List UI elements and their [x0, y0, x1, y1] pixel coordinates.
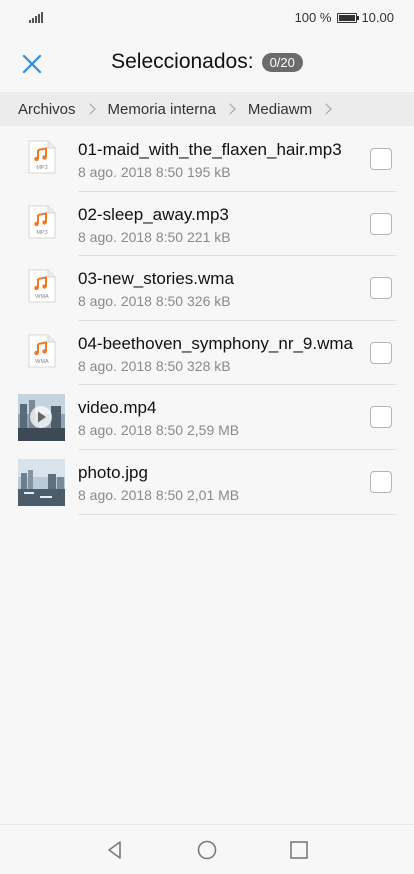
- file-name: 02-sleep_away.mp3: [78, 204, 229, 224]
- music-file-icon: WMA: [28, 334, 56, 368]
- file-type-label: MP3: [36, 230, 47, 236]
- breadcrumb-item-memoria-interna[interactable]: Memoria interna: [108, 101, 216, 118]
- battery-icon: [337, 12, 360, 23]
- file-type-label: WMA: [35, 294, 49, 300]
- clock: 10.00: [361, 10, 394, 25]
- file-date: 8 ago. 2018 8:50: [78, 357, 184, 374]
- file-type-label: WMA: [35, 359, 49, 365]
- file-size: 195 kB: [187, 164, 231, 180]
- recents-icon: [290, 841, 308, 859]
- file-date: 8 ago. 2018 8:50: [78, 486, 184, 503]
- chevron-right-icon: [224, 103, 236, 115]
- video-thumbnail: [18, 394, 65, 442]
- file-date: 8 ago. 2018 8:50: [78, 228, 184, 245]
- list-item[interactable]: WMA 03-new_stories.wma 8 ago. 2018 8:50 …: [0, 256, 414, 321]
- list-item[interactable]: WMA 04-beethoven_symphony_nr_9.wma 8 ago…: [0, 321, 414, 386]
- select-checkbox[interactable]: [370, 148, 392, 170]
- breadcrumb-item-archivos[interactable]: Archivos: [18, 101, 76, 118]
- file-name: 03-new_stories.wma: [78, 269, 234, 289]
- navigation-bar: [0, 824, 414, 874]
- recents-button[interactable]: [287, 838, 311, 862]
- file-name: 01-maid_with_the_flaxen_hair.mp3: [78, 140, 342, 159]
- list-item[interactable]: video.mp4 8 ago. 2018 8:50 2,59 MB: [0, 385, 414, 450]
- select-checkbox[interactable]: [370, 277, 392, 300]
- file-name: photo.jpg: [78, 462, 148, 482]
- music-file-icon: WMA: [28, 269, 56, 303]
- file-size: 328 kB: [187, 357, 231, 374]
- back-icon: [108, 841, 121, 859]
- file-date: 8 ago. 2018 8:50: [78, 422, 184, 439]
- select-checkbox[interactable]: [370, 341, 392, 364]
- select-checkbox[interactable]: [370, 470, 392, 493]
- chevron-right-icon: [83, 103, 96, 115]
- breadcrumb: Archivos Memoria interna Mediawm: [0, 92, 414, 126]
- photo-thumbnail: [18, 458, 65, 506]
- list-item[interactable]: MP3 01-maid_with_the_flaxen_hair.mp3 8 a…: [0, 127, 414, 192]
- file-meta: 8 ago. 2018 8:50 221 kB: [78, 229, 231, 245]
- file-date: 8 ago. 2018 8:50: [78, 293, 184, 310]
- signal-icon: [29, 12, 43, 23]
- selection-count-badge: 0/20: [261, 52, 303, 72]
- file-date: 8 ago. 2018 8:50: [78, 164, 184, 180]
- file-meta: 8 ago. 2018 8:50 2,59 MB: [78, 422, 239, 438]
- music-file-icon: MP3: [28, 205, 56, 239]
- music-file-icon: MP3: [28, 140, 56, 174]
- file-size: 221 kB: [187, 228, 231, 245]
- battery-percent: 100 %: [294, 10, 332, 25]
- chevron-right-icon: [320, 103, 332, 115]
- breadcrumb-item-mediawm[interactable]: Mediawm: [248, 101, 312, 118]
- select-checkbox[interactable]: [370, 212, 392, 235]
- file-meta: 8 ago. 2018 8:50 2,01 MB: [78, 487, 239, 503]
- list-item[interactable]: photo.jpg 8 ago. 2018 8:50 2,01 MB: [0, 450, 414, 515]
- list-item[interactable]: MP3 02-sleep_away.mp3 8 ago. 2018 8:50 2…: [0, 192, 414, 257]
- selection-header: Seleccionados: 0/20: [0, 40, 414, 86]
- status-bar: 100 % 10.00: [0, 0, 414, 34]
- file-name: video.mp4: [78, 398, 157, 418]
- home-icon: [197, 840, 217, 860]
- file-type-label: MP3: [36, 165, 47, 171]
- page-title: Seleccionados:: [111, 50, 254, 73]
- file-size: 2,59 MB: [187, 422, 240, 439]
- file-size: 2,01 MB: [187, 486, 240, 503]
- file-meta: 8 ago. 2018 8:50 195 kB: [78, 164, 231, 180]
- file-meta: 8 ago. 2018 8:50 326 kB: [78, 293, 231, 309]
- home-button[interactable]: [195, 838, 219, 862]
- file-name: 04-beethoven_symphony_nr_9.wma: [78, 333, 354, 353]
- back-button[interactable]: [103, 838, 127, 862]
- select-checkbox[interactable]: [370, 406, 392, 429]
- file-list: MP3 01-maid_with_the_flaxen_hair.mp3 8 a…: [0, 127, 414, 515]
- file-size: 326 kB: [187, 293, 231, 310]
- file-meta: 8 ago. 2018 8:50 328 kB: [78, 358, 231, 374]
